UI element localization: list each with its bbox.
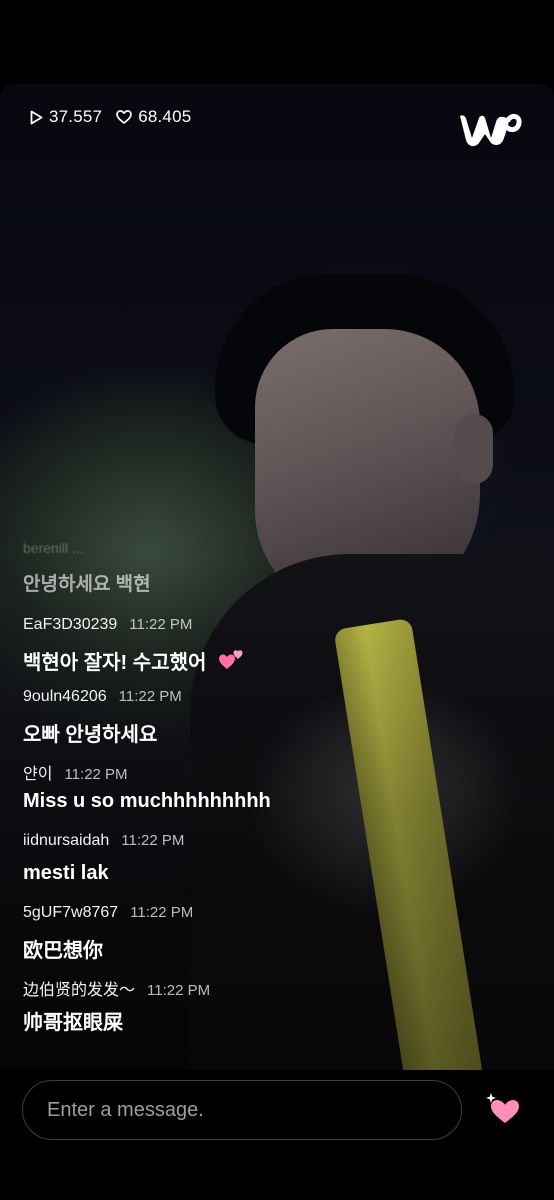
chat-text: 帅哥抠眼屎 (23, 1012, 123, 1034)
chat-time: 11:22 PM (130, 904, 194, 921)
sparkle-heart-icon[interactable] (485, 1092, 521, 1126)
faded-chat-line: berenill ... (23, 540, 84, 556)
chat-text: Miss u so muchhhhhhhhh (23, 790, 271, 812)
chat-username: 얀이 (23, 766, 53, 783)
heart-outline-icon (116, 110, 133, 124)
play-count-value: 37.557 (49, 107, 103, 126)
message-input[interactable] (45, 1097, 429, 1123)
live-stats: 37.557 68.405 (30, 106, 191, 128)
chat-username: EaF3D30239 (23, 616, 118, 633)
chat-text: 欧巴想你 (23, 940, 103, 962)
chat-text: 오빠 안녕하세요 (23, 724, 158, 746)
two-hearts-icon (218, 650, 243, 669)
play-icon (30, 110, 43, 124)
chat-text: 백현아 잘자! 수고했어 (23, 652, 207, 674)
like-count-value: 68.405 (138, 107, 192, 126)
chat-time: 11:22 PM (129, 616, 193, 633)
video-subject-ear (455, 414, 493, 484)
play-count: 37.557 (30, 107, 102, 127)
chat-message: 5gUF7w8767 11:22 PM 欧巴想你 (23, 904, 193, 963)
chat-username: 边伯贤的发发～ (23, 982, 136, 999)
chat-text: mesti lak (23, 862, 109, 884)
chat-message: 边伯贤的发发～ 11:22 PM 帅哥抠眼屎 (23, 976, 210, 1035)
chat-username: 9ouln46206 (23, 688, 107, 705)
chat-message: EaF3D30239 11:22 PM 백현아 잘자! 수고했어 (23, 616, 246, 675)
chat-username: iidnursaidah (23, 832, 110, 849)
chat-time: 11:22 PM (147, 982, 211, 999)
chat-previous-message: 안녕하세요 백현 (23, 574, 151, 595)
chat-username: 5gUF7w8767 (23, 904, 119, 921)
chat-time: 11:22 PM (121, 832, 185, 849)
chat-time: 11:22 PM (64, 766, 128, 783)
chat-message: 얀이 11:22 PM Miss u so muchhhhhhhhh (23, 760, 271, 813)
like-count: 68.405 (116, 107, 191, 127)
weverse-logo-icon (460, 113, 522, 147)
chat-time: 11:22 PM (118, 688, 182, 705)
message-input-container[interactable] (22, 1080, 462, 1140)
chat-message: 9ouln46206 11:22 PM 오빠 안녕하세요 (23, 688, 182, 747)
chat-message: iidnursaidah 11:22 PM mesti lak (23, 832, 184, 885)
